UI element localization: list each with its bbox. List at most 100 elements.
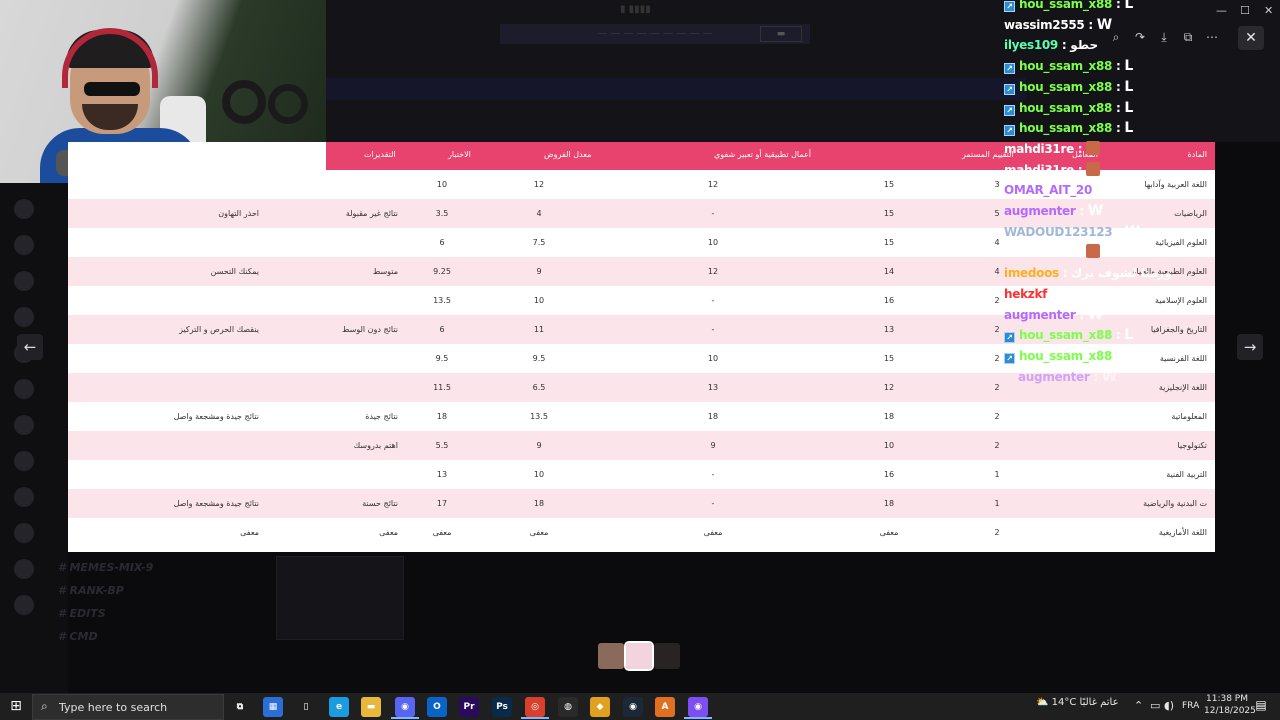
exam-cell: 3.5 (435, 209, 449, 218)
image-thumbnail[interactable] (654, 643, 680, 669)
minimize-icon[interactable]: — (1216, 4, 1227, 17)
active-app-indicator (391, 717, 419, 719)
chat-separator: : (1112, 100, 1125, 115)
chat-text: ورمنا لشوف برك (1071, 266, 1172, 281)
header-practical: أعمال تطبيقية أو تعبير شفوي (714, 150, 811, 159)
explorer-icon[interactable]: ▬ (361, 697, 381, 717)
photoshop-icon[interactable]: Ps (492, 697, 512, 717)
prime-badge-icon: ↗ (1004, 83, 1015, 95)
store-icon[interactable]: ▦ (263, 697, 283, 717)
exam-cell: 9.5 (435, 354, 449, 363)
notification-icon[interactable]: ▤ (1252, 698, 1270, 716)
window-close-icon[interactable]: ✕ (1264, 4, 1273, 17)
exam-cell: 10 (436, 180, 448, 189)
background-banner-button: ▬ (760, 26, 802, 42)
chat-text: W (1096, 16, 1112, 33)
cont-cell: 12 (883, 383, 895, 392)
previous-image-button[interactable]: ← (17, 334, 43, 360)
chat-username: hou_ssam_x88 (1019, 328, 1113, 343)
weather-text: 14°C عاتم غالبًا (1051, 697, 1119, 708)
exam-cell: 6 (439, 238, 445, 247)
prac-cell: 18 (707, 412, 719, 421)
background-title: ▮ ▮▮▮▮ (620, 4, 651, 15)
hw-cell: 18 (533, 499, 545, 508)
chat-message: ↗ hou_ssam_x88 : L (1004, 325, 1133, 345)
obs-icon[interactable]: ◍ (558, 697, 578, 717)
chat-message: OMAR_AIT_20 : حطو (1004, 180, 1132, 200)
clock-date[interactable]: 12/18/2025 (1204, 706, 1256, 716)
edge-icon[interactable]: e (329, 697, 349, 717)
file-icon[interactable]: ▯ (296, 697, 316, 717)
exam-cell: 18 (436, 412, 448, 421)
chrome-icon[interactable]: ◎ (525, 697, 545, 717)
header-subject: المادة (1187, 150, 1207, 159)
chat-separator: : (1112, 121, 1125, 136)
next-image-button[interactable]: → (1237, 334, 1263, 360)
coef-cell: 2 (994, 412, 1000, 421)
aimp-icon[interactable]: A (655, 697, 675, 717)
note-cell: نتائج جيدة ومشجعة واصل (173, 499, 259, 508)
appreciation-cell: نتائج جيدة (365, 412, 398, 421)
chat-username: mahdi31re (1004, 245, 1074, 260)
prac-cell: 10 (707, 238, 719, 247)
background-channel-label: RANK-BP (69, 584, 124, 597)
coef-cell: 2 (994, 441, 1000, 450)
chat-separator: : (1075, 307, 1088, 322)
grade-row: التربية الفنية 1 16 - 10 13 (68, 460, 1215, 489)
appreciation-cell: معفى (379, 528, 398, 537)
chat-separator: : (1073, 141, 1087, 156)
twitch-icon[interactable]: ◉ (688, 697, 708, 717)
grade-row: اللغة الأمازيغية 2 معفى معفى معفى معفى معفى معف… (68, 518, 1215, 547)
discord-icon[interactable]: ◉ (395, 697, 415, 717)
taskbar-search-box[interactable]: ⌕ Type here to search (32, 694, 224, 720)
chat-separator: : (1073, 245, 1087, 260)
hw-cell: 13.5 (530, 412, 548, 421)
background-channel-label: EDITS (69, 607, 106, 620)
language-indicator[interactable]: FRA (1182, 701, 1199, 711)
maximize-icon[interactable]: ☐ (1240, 4, 1250, 17)
chat-text: L (1124, 0, 1133, 12)
chat-username: OMAR_AIT_20 (1004, 183, 1093, 198)
close-viewer-button[interactable]: ✕ (1238, 26, 1264, 50)
chat-username: ilyes109 (1004, 38, 1058, 53)
prime-badge-icon: ↗ (1004, 63, 1015, 75)
network-icon[interactable]: ▭ (1150, 699, 1160, 712)
more-icon[interactable]: ⋯ (1202, 27, 1222, 47)
chat-text: L (1124, 327, 1133, 344)
hw-cell: معفى (529, 528, 549, 537)
windows-start-icon[interactable]: ⊞ (6, 697, 26, 716)
tray-overflow-icon[interactable]: ⌃ (1134, 699, 1143, 712)
taskbar: ⊞ ⌕ Type here to search ⧉ ▦ ▯ e ▬ ◉ O Pr Ps ◎ ◍ ◆ ◉ A… (0, 693, 1280, 720)
outlook-icon[interactable]: O (427, 697, 447, 717)
chat-message: mahdi31re : (1004, 242, 1101, 262)
download-icon[interactable]: ⤓ (1154, 27, 1174, 47)
app-icon[interactable]: ◆ (590, 697, 610, 717)
chat-separator: : (1112, 328, 1125, 343)
task-view-icon[interactable]: ⧉ (230, 697, 250, 717)
subject-cell: اللغة الفرنسية (1159, 354, 1207, 363)
chat-message: ↗ hou_ssam_x88 : L (1004, 98, 1133, 118)
exam-cell: 13.5 (433, 296, 451, 305)
subject-cell: تكنولوجيا (1177, 441, 1207, 450)
background-thumbnail (276, 556, 404, 640)
image-thumbnail-selected[interactable] (624, 641, 654, 671)
clock-time[interactable]: 11:38 PM (1204, 694, 1250, 704)
prac-cell: 9 (710, 441, 716, 450)
subject-cell: ت البدنية والرياضية (1143, 499, 1207, 508)
steam-icon[interactable]: ◉ (623, 697, 643, 717)
speaker-icon[interactable]: ◖) (1164, 699, 1174, 712)
chat-message: ↗ hou_ssam_x88 : L (1004, 346, 1133, 366)
chat-username: wassim2555 (1004, 17, 1085, 32)
chat-username: hekzkf (1004, 286, 1048, 301)
chat-text: L (1124, 78, 1133, 95)
prac-cell: - (711, 470, 715, 479)
premiere-icon[interactable]: Pr (459, 697, 479, 717)
image-thumbnail[interactable] (598, 643, 624, 669)
weather-widget[interactable]: ⛅ 14°C عاتم غالبًا (1036, 697, 1119, 708)
prac-cell: - (711, 296, 715, 305)
hw-cell: 12 (533, 180, 545, 189)
exam-cell: 5.5 (435, 441, 449, 450)
emote-icon (1086, 140, 1101, 155)
chat-separator: : (1112, 79, 1125, 94)
open-external-icon[interactable]: ⧉ (1178, 27, 1198, 47)
